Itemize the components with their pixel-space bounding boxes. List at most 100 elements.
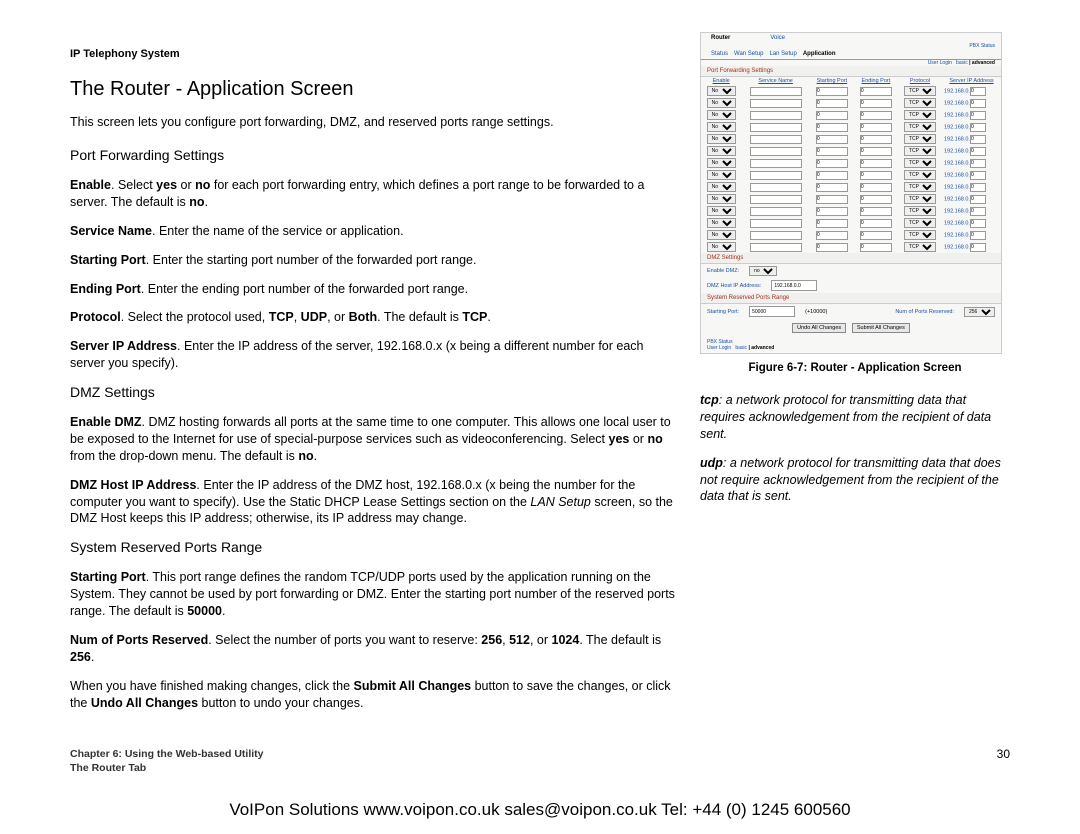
mock-proto-select[interactable]: TCP bbox=[904, 134, 936, 144]
mock-proto-select[interactable]: TCP bbox=[904, 158, 936, 168]
mock-endport-input[interactable] bbox=[860, 123, 892, 132]
mock-dmz-host-input[interactable] bbox=[771, 280, 817, 291]
mock-proto-select[interactable]: TCP bbox=[904, 218, 936, 228]
mock-dmz-enable-select[interactable]: no bbox=[749, 266, 777, 276]
mock-endport-input[interactable] bbox=[860, 87, 892, 96]
tab-router[interactable]: Router bbox=[711, 35, 730, 41]
mock-startport-input[interactable] bbox=[816, 195, 848, 204]
mock-ip-input[interactable] bbox=[970, 231, 986, 240]
mock-endport-input[interactable] bbox=[860, 219, 892, 228]
link-pbx-status[interactable]: PBX Status bbox=[969, 43, 995, 49]
mock-service-input[interactable] bbox=[750, 123, 802, 132]
mock-ip-input[interactable] bbox=[970, 195, 986, 204]
link-user-login[interactable]: User Login bbox=[928, 60, 952, 66]
mock-endport-input[interactable] bbox=[860, 159, 892, 168]
mock-ip-input[interactable] bbox=[970, 171, 986, 180]
mock-enable-select[interactable]: No bbox=[707, 110, 736, 120]
mock-endport-input[interactable] bbox=[860, 171, 892, 180]
mock-service-input[interactable] bbox=[750, 159, 802, 168]
mock-startport-input[interactable] bbox=[816, 135, 848, 144]
mock-service-input[interactable] bbox=[750, 147, 802, 156]
mock-endport-input[interactable] bbox=[860, 231, 892, 240]
mock-startport-input[interactable] bbox=[816, 207, 848, 216]
mock-ip-input[interactable] bbox=[970, 159, 986, 168]
mock-proto-select[interactable]: TCP bbox=[904, 170, 936, 180]
mock-startport-input[interactable] bbox=[816, 111, 848, 120]
mock-startport-input[interactable] bbox=[816, 183, 848, 192]
mock-ip-input[interactable] bbox=[970, 183, 986, 192]
mock-endport-input[interactable] bbox=[860, 111, 892, 120]
mock-enable-select[interactable]: No bbox=[707, 158, 736, 168]
mock-proto-select[interactable]: TCP bbox=[904, 230, 936, 240]
mock-ip-input[interactable] bbox=[970, 219, 986, 228]
mock-sys-start-input[interactable] bbox=[749, 306, 795, 317]
mock-enable-select[interactable]: No bbox=[707, 86, 736, 96]
mock-startport-input[interactable] bbox=[816, 243, 848, 252]
subtab-wan[interactable]: Wan Setup bbox=[734, 51, 763, 57]
mock-service-input[interactable] bbox=[750, 87, 802, 96]
mock-enable-select[interactable]: No bbox=[707, 206, 736, 216]
mock-startport-input[interactable] bbox=[816, 99, 848, 108]
mock-service-input[interactable] bbox=[750, 231, 802, 240]
mock-endport-input[interactable] bbox=[860, 195, 892, 204]
mock-proto-select[interactable]: TCP bbox=[904, 98, 936, 108]
mock-startport-input[interactable] bbox=[816, 123, 848, 132]
mock-startport-input[interactable] bbox=[816, 147, 848, 156]
mock-enable-select[interactable]: No bbox=[707, 146, 736, 156]
mock-proto-select[interactable]: TCP bbox=[904, 206, 936, 216]
mock-enable-select[interactable]: No bbox=[707, 194, 736, 204]
mock-enable-select[interactable]: No bbox=[707, 242, 736, 252]
mock-ip-input[interactable] bbox=[970, 111, 986, 120]
link-basic[interactable]: basic bbox=[956, 60, 968, 66]
mock-service-input[interactable] bbox=[750, 99, 802, 108]
mock-endport-input[interactable] bbox=[860, 147, 892, 156]
subtab-status[interactable]: Status bbox=[711, 51, 728, 57]
mock-startport-input[interactable] bbox=[816, 87, 848, 96]
mock-proto-select[interactable]: TCP bbox=[904, 242, 936, 252]
mock-service-input[interactable] bbox=[750, 183, 802, 192]
mock-ip-input[interactable] bbox=[970, 243, 986, 252]
mock-proto-select[interactable]: TCP bbox=[904, 86, 936, 96]
mock-endport-input[interactable] bbox=[860, 99, 892, 108]
subtab-application[interactable]: Application bbox=[803, 51, 836, 57]
mock-endport-input[interactable] bbox=[860, 135, 892, 144]
mock-ip-input[interactable] bbox=[970, 87, 986, 96]
mock-undo-button[interactable]: Undo All Changes bbox=[792, 323, 846, 333]
mock-service-input[interactable] bbox=[750, 195, 802, 204]
mock-ip-input[interactable] bbox=[970, 99, 986, 108]
mock-submit-button[interactable]: Submit All Changes bbox=[852, 323, 910, 333]
mock-service-input[interactable] bbox=[750, 207, 802, 216]
mock-enable-select[interactable]: No bbox=[707, 98, 736, 108]
link-advanced[interactable]: advanced bbox=[972, 60, 995, 66]
mock-enable-select[interactable]: No bbox=[707, 122, 736, 132]
mock-enable-select[interactable]: No bbox=[707, 170, 736, 180]
mock-service-input[interactable] bbox=[750, 135, 802, 144]
mock-ip-input[interactable] bbox=[970, 147, 986, 156]
mock-proto-select[interactable]: TCP bbox=[904, 122, 936, 132]
mock-proto-select[interactable]: TCP bbox=[904, 182, 936, 192]
mock-endport-input[interactable] bbox=[860, 183, 892, 192]
subtab-lan[interactable]: Lan Setup bbox=[769, 51, 796, 57]
tab-voice[interactable]: Voice bbox=[770, 35, 785, 41]
mock-proto-select[interactable]: TCP bbox=[904, 194, 936, 204]
mock-proto-select[interactable]: TCP bbox=[904, 146, 936, 156]
mock-enable-select[interactable]: No bbox=[707, 134, 736, 144]
mock-enable-select[interactable]: No bbox=[707, 182, 736, 192]
mock-startport-input[interactable] bbox=[816, 219, 848, 228]
mock-ip-input[interactable] bbox=[970, 135, 986, 144]
mock-service-input[interactable] bbox=[750, 111, 802, 120]
mock-endport-input[interactable] bbox=[860, 243, 892, 252]
mock-sys-num-select[interactable]: 256 bbox=[964, 307, 995, 317]
mock-service-input[interactable] bbox=[750, 171, 802, 180]
mock-enable-select[interactable]: No bbox=[707, 218, 736, 228]
mock-startport-input[interactable] bbox=[816, 231, 848, 240]
mock-startport-input[interactable] bbox=[816, 171, 848, 180]
mock-service-input[interactable] bbox=[750, 219, 802, 228]
mock-enable-select[interactable]: No bbox=[707, 230, 736, 240]
mock-startport-input[interactable] bbox=[816, 159, 848, 168]
mock-service-input[interactable] bbox=[750, 243, 802, 252]
mock-ip-input[interactable] bbox=[970, 207, 986, 216]
mock-proto-select[interactable]: TCP bbox=[904, 110, 936, 120]
mock-endport-input[interactable] bbox=[860, 207, 892, 216]
mock-ip-input[interactable] bbox=[970, 123, 986, 132]
